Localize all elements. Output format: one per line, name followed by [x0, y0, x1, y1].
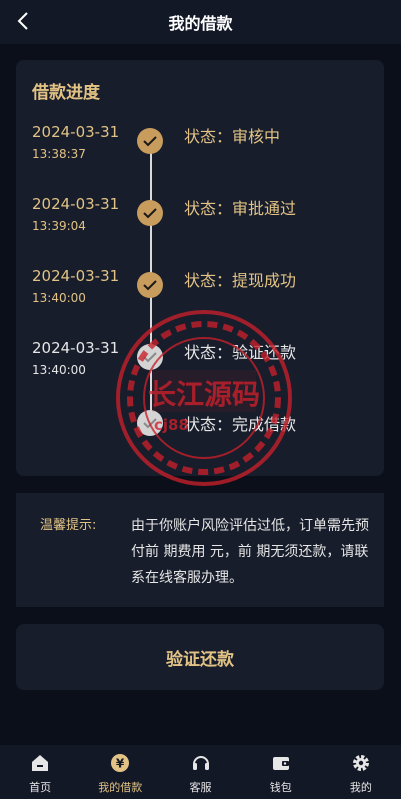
svg-text:¥: ¥ — [116, 757, 125, 771]
step-date: 2024-03-31 — [32, 339, 120, 357]
home-icon — [30, 753, 50, 773]
header-bar: 我的借款 — [0, 0, 401, 44]
step-date: 2024-03-31 — [32, 195, 120, 213]
wallet-icon — [271, 753, 291, 773]
bottom-tab-bar: 首页 ¥ 我的借款 客服 钱包 我的 — [0, 745, 401, 799]
check-icon — [137, 344, 163, 370]
progress-title: 借款进度 — [32, 83, 100, 103]
tab-label: 我的 — [349, 781, 372, 794]
step-status: 状态：审批通过 — [184, 199, 297, 218]
timeline-step: 状态：完成借款 — [16, 410, 384, 461]
yuan-icon: ¥ — [110, 753, 130, 773]
tab-home[interactable]: 首页 — [0, 745, 80, 799]
notice-label: 温馨提示: — [40, 518, 97, 533]
check-icon — [137, 410, 163, 436]
notice-panel: 温馨提示: 由于你账户风险评估过低，订单需先预付前 期费用 元，前 期无须还款，… — [16, 493, 384, 607]
step-status: 状态：完成借款 — [184, 415, 297, 434]
tab-my-loans[interactable]: ¥ 我的借款 — [80, 745, 160, 799]
loan-progress-card: 借款进度 2024-03-31 13:38:37 状态：审核中 2024-03-… — [16, 60, 384, 476]
verify-repayment-button[interactable]: 验证还款 — [16, 624, 384, 690]
chevron-left-icon — [17, 12, 28, 30]
page-title: 我的借款 — [168, 14, 233, 33]
step-date: 2024-03-31 — [32, 123, 120, 141]
tab-wallet[interactable]: 钱包 — [241, 745, 321, 799]
step-status: 状态：提现成功 — [184, 271, 297, 290]
tab-profile[interactable]: 我的 — [321, 745, 401, 799]
tab-label: 客服 — [189, 781, 212, 794]
timeline-step: 2024-03-31 13:40:00 状态：提现成功 — [16, 267, 384, 317]
step-date: 2024-03-31 — [32, 267, 120, 285]
timeline-step: 2024-03-31 13:38:37 状态：审核中 — [16, 123, 384, 173]
tab-support[interactable]: 客服 — [160, 745, 240, 799]
tab-label: 我的借款 — [98, 781, 143, 794]
back-button[interactable] — [10, 8, 36, 34]
timeline-step: 2024-03-31 13:39:04 状态：审批通过 — [16, 195, 384, 245]
gear-icon — [351, 753, 371, 773]
tab-label: 钱包 — [269, 781, 292, 794]
timeline-step: 2024-03-31 13:40:00 状态：验证还款 — [16, 339, 384, 389]
tab-label: 首页 — [29, 781, 52, 794]
step-time: 13:40:00 — [32, 363, 86, 377]
check-icon — [137, 272, 163, 298]
step-status: 状态：验证还款 — [184, 343, 297, 362]
step-time: 13:39:04 — [32, 219, 86, 233]
verify-repayment-label: 验证还款 — [166, 649, 234, 670]
notice-text: 由于你账户风险评估过低，订单需先预付前 期费用 元，前 期无须还款，请联系在线客… — [131, 518, 369, 586]
check-icon — [137, 128, 163, 154]
step-time: 13:40:00 — [32, 291, 86, 305]
check-icon — [137, 200, 163, 226]
step-time: 13:38:37 — [32, 147, 86, 161]
headset-icon — [191, 753, 211, 773]
step-status: 状态：审核中 — [184, 127, 281, 146]
